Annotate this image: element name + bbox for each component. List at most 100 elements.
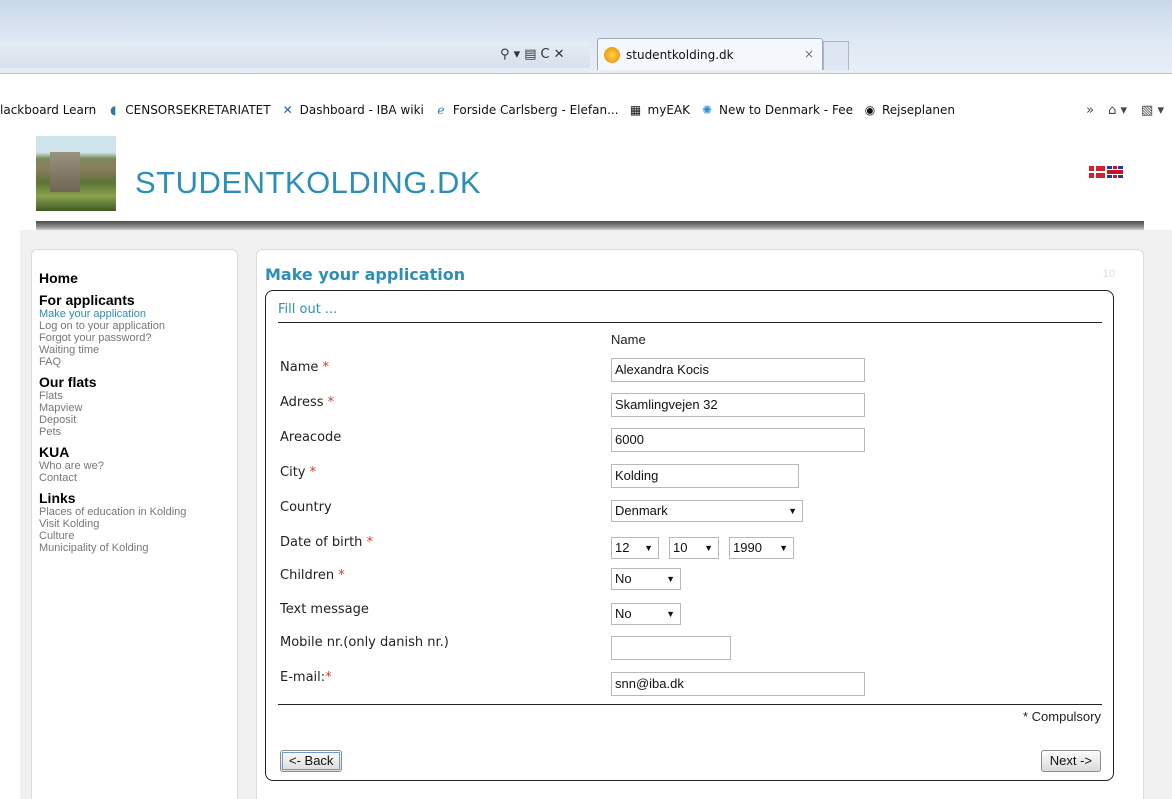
application-form: Fill out ... Name Name * Alexandra Kocis… (265, 290, 1114, 781)
children-select[interactable]: No ▼ (611, 568, 681, 590)
command-bar: » ⌂ ▾ ▧ ▾ (1086, 96, 1164, 124)
chevron-down-icon: ▼ (788, 506, 797, 516)
required-marker: * (366, 535, 374, 550)
ie-page-icon: ℯ (437, 103, 445, 117)
browser-tab-active[interactable]: studentkolding.dk × (597, 38, 823, 70)
form-legend: Fill out ... (278, 302, 338, 317)
email-label: E-mail:* (280, 670, 332, 685)
sidebar-section-for-applicants: For applicants Make your application Log… (39, 292, 237, 368)
address-input[interactable]: Skamlingvejen 32 (611, 393, 865, 417)
sidebar-section-kua: KUA Who are we? Contact (39, 444, 237, 484)
favorite-new-to-denmark[interactable]: ✺ New to Denmark - Fee (699, 102, 853, 118)
sidebar-item-municipality[interactable]: Municipality of Kolding (39, 542, 237, 554)
name-label-text: Name (280, 360, 319, 375)
danish-flag-icon[interactable] (1089, 166, 1105, 178)
children-label: Children * (280, 568, 345, 583)
areacode-input[interactable]: 6000 (611, 428, 865, 452)
sidebar-item-visit-kolding[interactable]: Visit Kolding (39, 518, 237, 530)
chevron-down-icon: ▼ (704, 543, 713, 553)
sidebar-heading-home[interactable]: Home (39, 270, 237, 286)
censor-icon: ◖ (110, 103, 117, 117)
page-title: Make your application (265, 265, 466, 284)
favorite-blackboard[interactable]: lackboard Learn (0, 103, 96, 117)
favorite-label: CENSORSEKRETARIATET (125, 103, 271, 117)
sidebar-item-who-are-we[interactable]: Who are we? (39, 460, 237, 472)
site-logo-image[interactable] (36, 136, 116, 211)
country-select[interactable]: Denmark ▼ (611, 500, 803, 522)
favorite-myeak[interactable]: ▦ myEAK (628, 102, 690, 118)
wiki-icon: ✕ (282, 103, 293, 117)
language-selector (1089, 166, 1123, 178)
required-marker: * (325, 670, 332, 685)
favorite-censorsekretariatet[interactable]: ◖ CENSORSEKRETARIATET (105, 102, 271, 118)
email-input[interactable]: snn@iba.dk (611, 672, 865, 696)
name-column-header: Name (611, 332, 646, 347)
stop-icon[interactable]: ✕ (554, 47, 565, 62)
sidebar-item-forgot-password[interactable]: Forgot your password? (39, 332, 237, 344)
favorite-label: Forside Carlsberg - Elefan... (452, 103, 619, 117)
tab-close-icon[interactable]: × (804, 47, 814, 61)
sidebar-item-log-on[interactable]: Log on to your application (39, 320, 237, 332)
next-button[interactable]: Next -> (1040, 750, 1101, 772)
sidebar-heading-for-applicants[interactable]: For applicants (39, 292, 237, 308)
country-label: Country (280, 500, 332, 515)
dob-label: Date of birth * (280, 535, 373, 550)
sidebar-heading-our-flats[interactable]: Our flats (39, 374, 237, 390)
new-tab-button[interactable] (823, 41, 849, 70)
favorites-overflow-icon[interactable]: » (1086, 103, 1094, 118)
sidebar-item-flats[interactable]: Flats (39, 390, 237, 402)
areacode-label: Areacode (280, 430, 341, 445)
sidebar-item-waiting-time[interactable]: Waiting time (39, 344, 237, 356)
mobile-label-text: Mobile nr.(only danish nr.) (280, 635, 449, 650)
text-message-select-value: No (615, 606, 632, 621)
favorite-iba-wiki[interactable]: ✕ Dashboard - IBA wiki (280, 102, 424, 118)
sidebar-item-culture[interactable]: Culture (39, 530, 237, 542)
sidebar-item-make-your-application[interactable]: Make your application (39, 308, 237, 320)
favorite-label: myEAK (647, 103, 690, 117)
page-number: 10 (1102, 268, 1115, 280)
mobile-input[interactable] (611, 636, 731, 660)
email-label-text: E-mail: (280, 670, 326, 685)
main-content: Make your application 10 Fill out ... Na… (256, 249, 1144, 799)
dob-year-value: 1990 (733, 540, 762, 555)
sidebar-item-faq[interactable]: FAQ (39, 356, 237, 368)
compatibility-view-icon[interactable]: ▤ (524, 47, 536, 62)
chevron-down-icon: ▼ (644, 543, 653, 553)
refresh-icon[interactable]: C (540, 47, 549, 62)
sidebar-item-pets[interactable]: Pets (39, 426, 237, 438)
english-flag-icon[interactable] (1107, 166, 1123, 178)
text-message-select[interactable]: No ▼ (611, 603, 681, 625)
sidebar-item-deposit[interactable]: Deposit (39, 414, 237, 426)
compulsory-note: * Compulsory (1022, 709, 1101, 724)
city-label: City * (280, 465, 316, 480)
sidebar-item-contact[interactable]: Contact (39, 472, 237, 484)
sun-icon: ✺ (701, 103, 713, 117)
sidebar-heading-kua[interactable]: KUA (39, 444, 237, 460)
site-title[interactable]: STUDENTKOLDING.DK (135, 165, 481, 201)
address-bar-controls: ⚲ ▾ ▤ C ✕ (500, 42, 564, 66)
favorite-carlsberg[interactable]: ℯ Forside Carlsberg - Elefan... (433, 102, 619, 118)
dob-year-select[interactable]: 1990 ▼ (729, 537, 794, 559)
name-input[interactable]: Alexandra Kocis (611, 358, 865, 382)
feed-icon[interactable]: ▧ ▾ (1141, 103, 1164, 118)
dob-month-select[interactable]: 10 ▼ (669, 537, 719, 559)
back-button[interactable]: <- Back (280, 750, 343, 772)
sidebar-heading-links[interactable]: Links (39, 490, 237, 506)
favorite-rejseplanen[interactable]: ◉ Rejseplanen (862, 102, 955, 118)
site-favicon-icon (604, 46, 620, 63)
dob-label-text: Date of birth (280, 535, 363, 550)
form-top-divider (278, 322, 1102, 323)
required-marker: * (309, 465, 317, 480)
dob-day-select[interactable]: 12 ▼ (611, 537, 659, 559)
header-divider-bar (36, 221, 1144, 230)
city-input[interactable]: Kolding (611, 464, 799, 488)
home-icon[interactable]: ⌂ ▾ (1108, 103, 1127, 118)
building-icon: ▦ (629, 103, 642, 117)
required-marker: * (322, 360, 330, 375)
country-select-value: Denmark (615, 503, 668, 518)
search-icon[interactable]: ⚲ ▾ (500, 47, 520, 62)
sidebar-item-mapview[interactable]: Mapview (39, 402, 237, 414)
sidebar-item-places-of-education[interactable]: Places of education in Kolding (39, 506, 237, 518)
form-bottom-divider (278, 704, 1102, 705)
favorites-bar: lackboard Learn ◖ CENSORSEKRETARIATET ✕ … (0, 96, 1172, 124)
